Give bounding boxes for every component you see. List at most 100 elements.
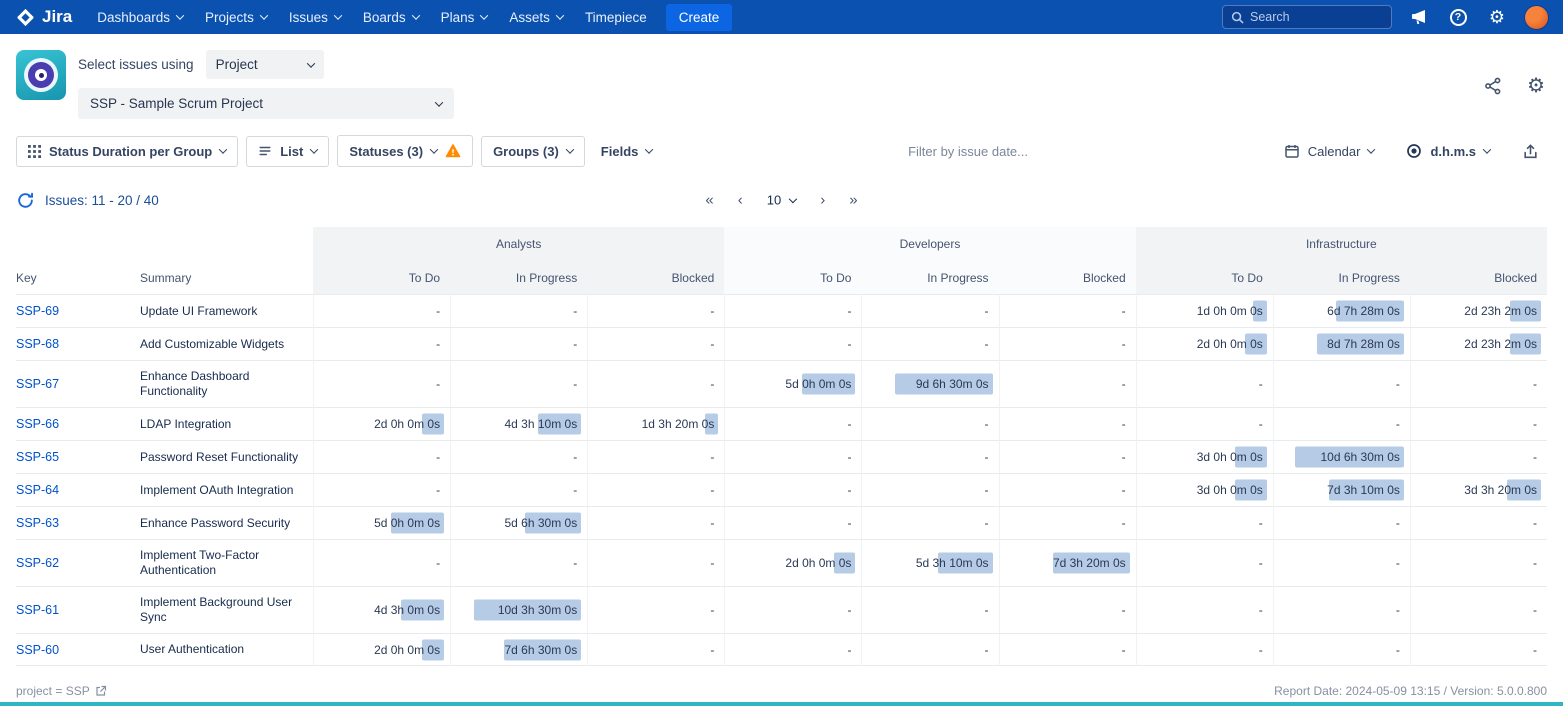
duration-cell: - — [587, 294, 724, 327]
issue-summary-cell: LDAP Integration — [140, 407, 313, 440]
page-size-value: 10 — [767, 193, 781, 208]
question-mark-icon: ? — [1450, 9, 1467, 26]
nav-item-boards[interactable]: Boards — [352, 0, 430, 34]
duration-value: 10d 6h 30m 0s — [1320, 450, 1399, 464]
issue-date-filter-input[interactable]: Filter by issue date... — [668, 144, 1267, 159]
nav-item-assets[interactable]: Assets — [498, 0, 574, 34]
duration-value: - — [1122, 450, 1126, 464]
jql-query-link[interactable]: project = SSP — [16, 684, 107, 698]
issue-key-link[interactable]: SSP-63 — [16, 516, 59, 530]
nav-item-projects[interactable]: Projects — [194, 0, 278, 34]
duration-value: - — [1259, 417, 1263, 431]
duration-cell: 7d 3h 20m 0s — [999, 539, 1136, 586]
nav-item-timepiece[interactable]: Timepiece — [574, 0, 658, 34]
settings-gear-icon[interactable]: ⚙ — [1485, 5, 1509, 29]
duration-value: - — [1533, 450, 1537, 464]
duration-value: - — [710, 643, 714, 657]
user-avatar[interactable] — [1524, 5, 1549, 30]
duration-value: - — [985, 643, 989, 657]
duration-value: 6d 7h 28m 0s — [1327, 304, 1400, 318]
project-dropdown[interactable]: SSP - Sample Scrum Project — [78, 88, 454, 119]
duration-value: - — [847, 304, 851, 318]
nav-item-dashboards[interactable]: Dashboards — [86, 0, 194, 34]
duration-cell: - — [999, 586, 1136, 633]
duration-cell: 5d 6h 30m 0s — [450, 506, 587, 539]
export-icon — [1522, 143, 1539, 160]
duration-cell: - — [587, 539, 724, 586]
issue-summary-cell: Implement OAuth Integration — [140, 473, 313, 506]
duration-cell: - — [724, 294, 861, 327]
report-toolbar: Status Duration per Group List Statuses … — [0, 127, 1563, 169]
nav-item-plans[interactable]: Plans — [430, 0, 499, 34]
app-logo-icon[interactable] — [16, 50, 66, 100]
duration-value: - — [710, 377, 714, 391]
duration-cell: - — [1136, 360, 1273, 407]
chevron-down-icon — [480, 11, 488, 19]
share-icon[interactable] — [1483, 76, 1503, 96]
prev-page-button[interactable]: ‹ — [738, 192, 743, 209]
duration-value: - — [847, 643, 851, 657]
duration-value: - — [573, 377, 577, 391]
issue-key-link[interactable]: SSP-61 — [16, 603, 59, 617]
duration-cell: - — [1410, 633, 1547, 666]
issue-source-dropdown[interactable]: Project — [206, 50, 324, 79]
next-page-button[interactable]: › — [820, 192, 825, 209]
duration-value: - — [1122, 304, 1126, 318]
duration-format-dropdown[interactable]: d.h.m.s — [1398, 136, 1498, 166]
statuses-dropdown[interactable]: Statuses (3) — [337, 135, 473, 167]
duration-value: - — [573, 556, 577, 570]
groups-dropdown[interactable]: Groups (3) — [481, 136, 585, 167]
page-size-dropdown[interactable]: 10 — [767, 193, 796, 208]
duration-cell: - — [450, 360, 587, 407]
duration-value: - — [1533, 603, 1537, 617]
duration-cell: - — [999, 360, 1136, 407]
duration-value: - — [1396, 377, 1400, 391]
duration-value: - — [436, 337, 440, 351]
nav-item-issues[interactable]: Issues — [278, 0, 352, 34]
duration-cell: 10d 6h 30m 0s — [1273, 440, 1410, 473]
status-column-header-analysts-to-do: To Do — [313, 261, 450, 294]
last-page-button[interactable]: » — [849, 192, 857, 209]
duration-cell: - — [587, 440, 724, 473]
issue-key-link[interactable]: SSP-60 — [16, 643, 59, 657]
layout-dropdown[interactable]: List — [246, 136, 329, 167]
issue-key-link[interactable]: SSP-64 — [16, 483, 59, 497]
export-button[interactable] — [1514, 136, 1547, 167]
issue-key-link[interactable]: SSP-66 — [16, 417, 59, 431]
duration-cell: - — [587, 473, 724, 506]
duration-cell: 2d 0h 0m 0s — [313, 633, 450, 666]
refresh-icon[interactable] — [16, 191, 35, 210]
fields-dropdown[interactable]: Fields — [593, 137, 661, 166]
jira-logo[interactable]: Jira — [10, 7, 86, 27]
nav-item-label: Plans — [441, 10, 475, 25]
report-type-dropdown[interactable]: Status Duration per Group — [16, 136, 238, 167]
create-button[interactable]: Create — [666, 4, 733, 31]
search-input[interactable] — [1250, 10, 1370, 24]
duration-cell: 3d 0h 0m 0s — [1136, 473, 1273, 506]
duration-cell: 1d 3h 20m 0s — [587, 407, 724, 440]
report-settings-gear-icon[interactable]: ⚙ — [1527, 76, 1545, 96]
duration-cell: - — [313, 294, 450, 327]
duration-cell: - — [1273, 633, 1410, 666]
duration-cell: - — [724, 327, 861, 360]
first-page-button[interactable]: « — [705, 192, 713, 209]
duration-cell: - — [587, 633, 724, 666]
issue-key-cell: SSP-60 — [16, 633, 140, 666]
duration-cell: - — [313, 360, 450, 407]
announcements-icon[interactable] — [1407, 5, 1431, 29]
navbar-right: ? ⚙ — [1222, 5, 1563, 30]
duration-cell: - — [313, 327, 450, 360]
issue-key-link[interactable]: SSP-69 — [16, 304, 59, 318]
issue-key-link[interactable]: SSP-68 — [16, 337, 59, 351]
help-icon[interactable]: ? — [1446, 5, 1470, 29]
search-box[interactable] — [1222, 5, 1392, 29]
results-bar: Issues: 11 - 20 / 40 « ‹ 10 › » — [16, 183, 1547, 217]
chevron-down-icon — [566, 145, 574, 153]
issue-key-link[interactable]: SSP-62 — [16, 556, 59, 570]
calendar-dropdown[interactable]: Calendar — [1276, 136, 1383, 166]
group-header-infrastructure: Infrastructure — [1136, 227, 1547, 261]
issue-key-link[interactable]: SSP-65 — [16, 450, 59, 464]
duration-value: - — [710, 337, 714, 351]
duration-value: - — [1533, 516, 1537, 530]
issue-key-link[interactable]: SSP-67 — [16, 377, 59, 391]
